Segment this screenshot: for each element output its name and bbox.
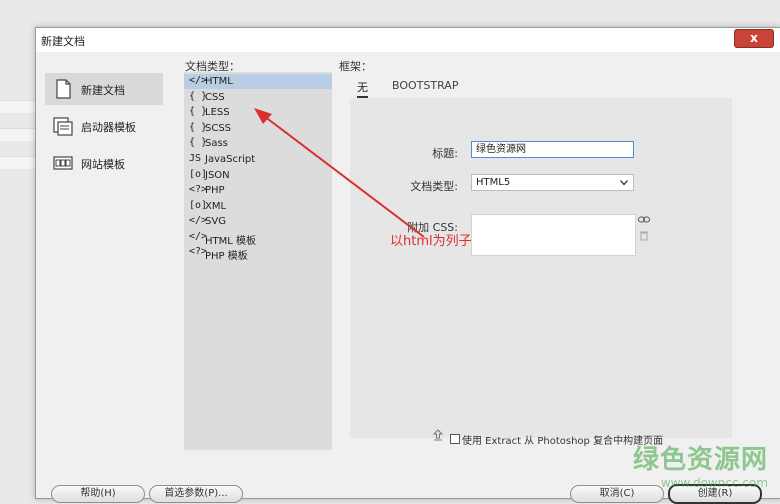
doc-type-label: PHP 模板 [205, 251, 248, 262]
attach-css-list[interactable] [471, 214, 636, 256]
dialog-title: 新建文档 [41, 35, 85, 48]
sidebar-item-site-templates[interactable]: 网站模板 [45, 147, 163, 179]
close-icon: x [750, 31, 758, 45]
doc-type-label: XML [205, 201, 227, 212]
doctype-select-value: HTML5 [476, 177, 511, 188]
javascript-icon: JS [189, 153, 202, 164]
new-document-dialog: 新建文档 x 新建文档 启动器模板 网站模板 文档类型： </> HTML {… [35, 27, 780, 504]
doc-type-label: LESS [205, 107, 230, 118]
sidebar-item-starter-templates[interactable]: 启动器模板 [45, 110, 163, 142]
sidebar-item-label: 新建文档 [81, 84, 125, 97]
trash-icon[interactable] [639, 230, 649, 241]
close-button[interactable]: x [734, 29, 774, 48]
extract-icon [432, 429, 444, 441]
tab-none[interactable]: 无 [357, 79, 368, 98]
doc-type-label: Sass [205, 138, 228, 149]
doc-type-label: PHP [205, 185, 225, 196]
watermark-url: www.downcc.com [660, 476, 768, 490]
doc-type-php-template[interactable]: <?> PHP 模板 [184, 245, 332, 262]
watermark: 绿色资源网 www.downcc.com [633, 439, 768, 490]
doctype-select[interactable]: HTML5 [471, 174, 634, 191]
doc-type-label: JSON [205, 170, 230, 181]
starter-templates-icon [53, 117, 73, 136]
tab-bootstrap[interactable]: BOOTSTRAP [392, 79, 458, 92]
preferences-button[interactable]: 首选参数(P)... [149, 485, 243, 503]
doc-type-label: SVG [205, 216, 226, 227]
watermark-title: 绿色资源网 [632, 445, 768, 475]
site-templates-icon [53, 156, 73, 170]
sidebar-item-label: 启动器模板 [81, 121, 136, 134]
doc-type-label: SCSS [205, 123, 232, 134]
annotation-text: 以html为列子 [390, 234, 472, 249]
sidebar-item-new-document[interactable]: 新建文档 [45, 73, 163, 105]
extract-checkbox[interactable] [450, 434, 460, 444]
annotation-arrow [254, 108, 425, 238]
dialog-titlebar: 新建文档 x [36, 28, 780, 52]
dialog-body: 新建文档 启动器模板 网站模板 文档类型： </> HTML {} CSS {… [36, 52, 780, 504]
link-icon[interactable] [638, 215, 650, 224]
sidebar-item-label: 网站模板 [81, 158, 125, 171]
new-document-icon [56, 79, 71, 99]
help-button[interactable]: 帮助(H) [51, 485, 145, 503]
framework-header: 框架： [339, 60, 372, 73]
title-input[interactable]: 绿色资源网 [471, 141, 634, 158]
doc-type-label: CSS [205, 92, 225, 103]
doc-type-label: HTML [205, 76, 233, 87]
chevron-down-icon [620, 180, 628, 186]
doc-type-html[interactable]: </> HTML [184, 74, 332, 89]
